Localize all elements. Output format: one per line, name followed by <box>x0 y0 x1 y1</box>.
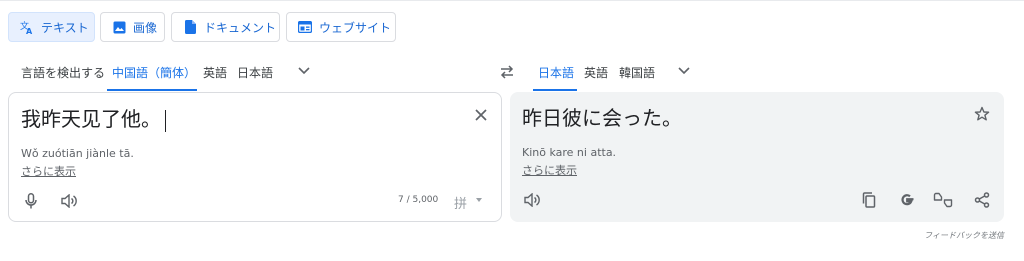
target-listen-button[interactable] <box>520 188 544 212</box>
rate-translation-button[interactable] <box>931 188 955 212</box>
source-lang-tab-japanese[interactable]: 日本語 <box>237 64 273 81</box>
copy-icon <box>862 192 876 208</box>
top-divider <box>0 0 1024 1</box>
mode-tab-image-label: 画像 <box>133 20 158 35</box>
translate-icon: 文A <box>20 20 34 34</box>
source-more-languages-chevron-icon[interactable] <box>297 66 311 76</box>
target-lang-tab-japanese[interactable]: 日本語 <box>538 64 574 81</box>
share-icon <box>974 192 990 208</box>
target-show-more-link[interactable]: さらに表示 <box>522 162 577 178</box>
mode-tab-image[interactable]: 画像 <box>100 12 165 42</box>
search-google-button[interactable] <box>895 188 919 212</box>
thumbs-rating-icon <box>933 192 953 208</box>
speaker-icon <box>524 193 540 207</box>
target-romanization: Kinō kare ni atta. <box>522 146 617 159</box>
source-lang-tab-chinese[interactable]: 中国語（簡体） <box>112 64 196 81</box>
selected-target-indicator <box>533 89 577 91</box>
send-feedback-link[interactable]: フィードバックを送信 <box>924 230 1004 241</box>
source-lang-tab-english[interactable]: 英語 <box>203 64 227 81</box>
target-lang-tab-korean[interactable]: 韓国語 <box>619 64 655 81</box>
mode-tab-text-label: テキスト <box>41 20 89 35</box>
copy-translation-button[interactable] <box>857 188 881 212</box>
mode-tab-text[interactable]: 文A テキスト <box>8 12 95 42</box>
text-caret <box>165 109 166 132</box>
translation-panel: 昨日彼に会った。 Kinō kare ni atta. さらに表示 <box>510 92 1004 222</box>
mode-tab-website-label: ウェブサイト <box>319 20 392 35</box>
input-method-icon[interactable]: 拼 <box>454 193 467 212</box>
source-listen-button[interactable] <box>57 189 81 213</box>
mode-tab-document[interactable]: ドキュメント <box>171 12 280 42</box>
clear-text-button[interactable] <box>469 103 493 127</box>
mode-tab-document-label: ドキュメント <box>204 20 277 35</box>
document-icon <box>183 20 197 34</box>
translated-text: 昨日彼に会った。 <box>522 106 682 130</box>
swap-languages-icon[interactable] <box>498 64 516 80</box>
share-translation-button[interactable] <box>970 188 994 212</box>
close-icon <box>475 109 487 121</box>
source-romanization: Wǒ zuótiān jiànle tā. <box>21 147 134 160</box>
target-more-languages-chevron-icon[interactable] <box>677 66 691 76</box>
voice-input-button[interactable] <box>19 189 43 213</box>
svg-text:A: A <box>26 27 33 34</box>
selected-source-indicator <box>107 89 197 91</box>
mode-tab-website[interactable]: ウェブサイト <box>286 12 396 42</box>
star-icon <box>974 106 990 121</box>
source-text-panel[interactable]: 我昨天见了他。 Wǒ zuótiān jiànle tā. さらに表示 7 / … <box>8 92 502 222</box>
microphone-icon <box>25 193 37 209</box>
google-icon <box>901 194 914 206</box>
target-lang-tab-english[interactable]: 英語 <box>584 64 608 81</box>
detect-language-tab[interactable]: 言語を検出する <box>21 64 105 81</box>
save-translation-button[interactable] <box>970 102 994 126</box>
image-icon <box>112 20 126 34</box>
source-text-value: 我昨天见了他。 <box>21 107 161 131</box>
speaker-icon <box>61 194 77 208</box>
website-icon <box>298 20 312 34</box>
input-method-dropdown-icon[interactable] <box>476 198 482 202</box>
source-text-input[interactable]: 我昨天见了他。 <box>21 103 166 132</box>
source-show-more-link[interactable]: さらに表示 <box>21 163 76 179</box>
character-count: 7 / 5,000 <box>398 195 439 205</box>
